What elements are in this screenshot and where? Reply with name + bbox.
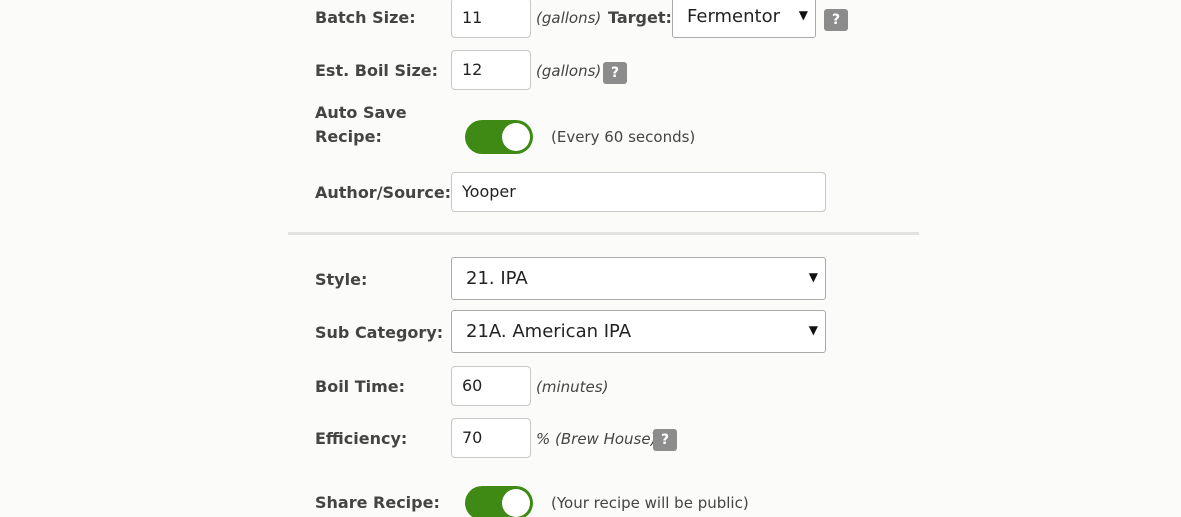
sub-category-label: Sub Category:	[315, 323, 444, 342]
efficiency-label: Efficiency:	[315, 429, 408, 448]
batch-size-input[interactable]: 11	[451, 0, 531, 38]
caret-down-icon: ▼	[798, 8, 808, 22]
boil-time-label: Boil Time:	[315, 377, 406, 396]
recipe-form: Batch Size: 11 (gallons) Target: Ferment…	[0, 0, 1181, 517]
caret-down-icon: ▼	[808, 323, 818, 337]
batch-size-help-icon[interactable]: ?	[824, 9, 848, 31]
batch-size-label: Batch Size:	[315, 8, 416, 27]
author-input[interactable]: Yooper	[451, 172, 826, 212]
auto-save-toggle[interactable]	[465, 120, 533, 154]
toggle-knob	[502, 123, 530, 151]
style-select-value: 21. IPA	[466, 268, 528, 289]
boil-size-input[interactable]: 12	[451, 50, 531, 90]
style-label: Style:	[315, 270, 368, 289]
boil-size-help-icon[interactable]: ?	[603, 62, 627, 84]
author-label: Author/Source:	[315, 183, 452, 202]
boil-size-unit: (gallons)	[536, 62, 602, 80]
auto-save-note: (Every 60 seconds)	[551, 128, 696, 146]
toggle-knob	[502, 489, 530, 517]
sub-category-select-value: 21A. American IPA	[466, 321, 632, 342]
target-label: Target:	[608, 8, 672, 27]
efficiency-input[interactable]: 70	[451, 418, 531, 458]
batch-size-unit: (gallons)	[536, 9, 602, 27]
boil-size-label: Est. Boil Size:	[315, 61, 439, 80]
target-select[interactable]: Fermentor ▼	[672, 0, 816, 38]
auto-save-label-line2: Recipe:	[315, 127, 382, 146]
auto-save-label-line1: Auto Save	[315, 103, 407, 122]
share-recipe-toggle[interactable]	[465, 486, 533, 517]
efficiency-unit: % (Brew House)	[536, 430, 657, 448]
boil-time-unit: (minutes)	[536, 378, 609, 396]
sub-category-select[interactable]: 21A. American IPA ▼	[451, 310, 826, 353]
share-recipe-label: Share Recipe:	[315, 493, 440, 512]
boil-time-input[interactable]: 60	[451, 366, 531, 406]
efficiency-help-icon[interactable]: ?	[653, 429, 677, 451]
section-divider	[288, 232, 919, 235]
caret-down-icon: ▼	[808, 270, 818, 284]
style-select[interactable]: 21. IPA ▼	[451, 257, 826, 300]
share-recipe-note: (Your recipe will be public)	[551, 494, 749, 512]
target-select-value: Fermentor	[687, 6, 781, 27]
